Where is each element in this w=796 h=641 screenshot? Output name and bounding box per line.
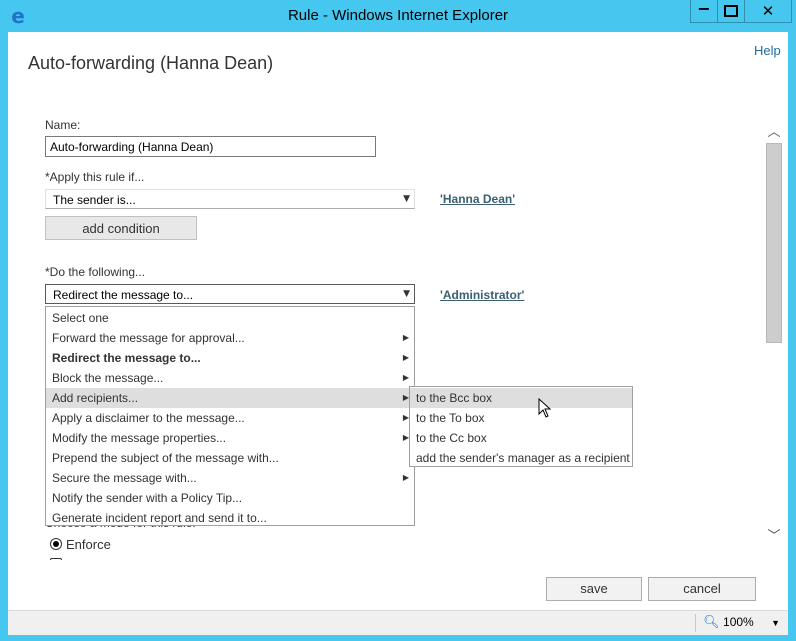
close-button[interactable]: ✕ xyxy=(744,0,792,23)
scroll-up-icon[interactable]: ︿ xyxy=(767,126,781,140)
dropdown-item-label: Modify the message properties... xyxy=(52,431,227,445)
administrator-link[interactable]: 'Administrator' xyxy=(440,288,524,302)
submenu-arrow-icon: ▶ xyxy=(402,333,409,342)
dropdown-item-label: Generate incident report and send it to.… xyxy=(52,511,267,525)
dropdown-item-block[interactable]: Block the message... ▶ xyxy=(46,368,414,388)
minimize-button[interactable]: − xyxy=(690,0,718,23)
do-following-label: *Do the following... xyxy=(45,265,146,279)
name-label: Name: xyxy=(45,118,81,132)
add-condition-button[interactable]: add condition xyxy=(45,216,197,240)
submenu-item-manager[interactable]: add the sender's manager as a recipient xyxy=(410,448,632,468)
dropdown-item-redirect[interactable]: Redirect the message to... ▶ xyxy=(46,348,414,368)
maximize-icon xyxy=(724,5,738,17)
action-select-value: Redirect the message to... xyxy=(53,288,194,302)
dropdown-item-label: Add recipients... xyxy=(52,391,139,405)
submenu-arrow-icon: ▶ xyxy=(402,353,409,362)
status-bar: 🔍︎ 100% ▼ xyxy=(8,610,788,635)
zoom-control[interactable]: 🔍︎ 100% ▼ xyxy=(703,611,780,635)
submenu-item-to[interactable]: to the To box xyxy=(410,408,632,428)
scrollbar-thumb[interactable] xyxy=(766,143,782,343)
page-content: Help Auto-forwarding (Hanna Dean) Name: … xyxy=(8,32,788,610)
radio-dot-icon xyxy=(53,541,59,547)
chevron-down-icon: ▼ xyxy=(403,194,410,204)
submenu-item-cc[interactable]: to the Cc box xyxy=(410,428,632,448)
dropdown-item-label: Select one xyxy=(52,311,109,325)
dropdown-item-forward-for-approval[interactable]: Forward the message for approval... ▶ xyxy=(46,328,414,348)
title-bar[interactable]: e Rule - Windows Internet Explorer − ✕ xyxy=(0,0,796,32)
status-divider xyxy=(695,614,696,632)
name-input[interactable] xyxy=(45,136,376,157)
dropdown-item-secure[interactable]: Secure the message with... ▶ xyxy=(46,468,414,488)
enforce-label: Enforce xyxy=(66,537,111,552)
dropdown-item-prepend-subject[interactable]: Prepend the subject of the message with.… xyxy=(46,448,414,468)
dropdown-item-label: Apply a disclaimer to the message... xyxy=(52,411,245,425)
dropdown-item-label: Notify the sender with a Policy Tip... xyxy=(52,491,243,505)
window-title: Rule - Windows Internet Explorer xyxy=(287,7,509,24)
maximize-button[interactable] xyxy=(717,0,745,23)
dropdown-item-modify-properties[interactable]: Modify the message properties... ▶ xyxy=(46,428,414,448)
submenu-arrow-icon: ▶ xyxy=(402,373,409,382)
dropdown-item-incident-report[interactable]: Generate incident report and send it to.… xyxy=(46,508,414,528)
scroll-down-icon[interactable]: ﹀ xyxy=(767,530,781,544)
condition-select[interactable]: The sender is... ▼ xyxy=(45,189,415,209)
apply-rule-label: *Apply this rule if... xyxy=(45,170,145,184)
dropdown-item-label: Redirect the message to... xyxy=(52,351,201,365)
chevron-down-icon: ▼ xyxy=(771,618,780,628)
dropdown-item-label: Secure the message with... xyxy=(52,471,197,485)
enforce-radio[interactable] xyxy=(50,538,62,550)
dropdown-item-disclaimer[interactable]: Apply a disclaimer to the message... ▶ xyxy=(46,408,414,428)
dropdown-item-label: Block the message... xyxy=(52,371,164,385)
mouse-cursor-icon xyxy=(538,398,552,418)
chevron-down-icon: ▼ xyxy=(403,289,410,299)
second-mode-radio[interactable] xyxy=(50,558,62,560)
dropdown-item-add-recipients[interactable]: Add recipients... ▶ xyxy=(46,388,414,408)
submenu-arrow-icon: ▶ xyxy=(402,473,409,482)
dropdown-item-label: Prepend the subject of the message with.… xyxy=(52,451,279,465)
sender-link[interactable]: 'Hanna Dean' xyxy=(440,192,515,206)
submenu-item-bcc[interactable]: to the Bcc box xyxy=(410,388,632,408)
zoom-level: 100% xyxy=(723,615,754,629)
save-button[interactable]: save xyxy=(546,577,642,601)
condition-select-value: The sender is... xyxy=(53,193,136,207)
page-title: Auto-forwarding (Hanna Dean) xyxy=(28,53,274,73)
action-select[interactable]: Redirect the message to... ▼ xyxy=(45,284,415,304)
cancel-button[interactable]: cancel xyxy=(648,577,756,601)
dropdown-item-select-one[interactable]: Select one xyxy=(46,308,414,328)
help-link[interactable]: Help xyxy=(754,43,781,58)
action-dropdown-list: Select one Forward the message for appro… xyxy=(45,306,415,526)
dropdown-item-policy-tip[interactable]: Notify the sender with a Policy Tip... xyxy=(46,488,414,508)
add-recipients-submenu: to the Bcc box to the To box to the Cc b… xyxy=(409,386,633,467)
dropdown-item-label: Forward the message for approval... xyxy=(52,331,245,345)
zoom-magnifier-icon: 🔍︎ xyxy=(703,615,720,630)
